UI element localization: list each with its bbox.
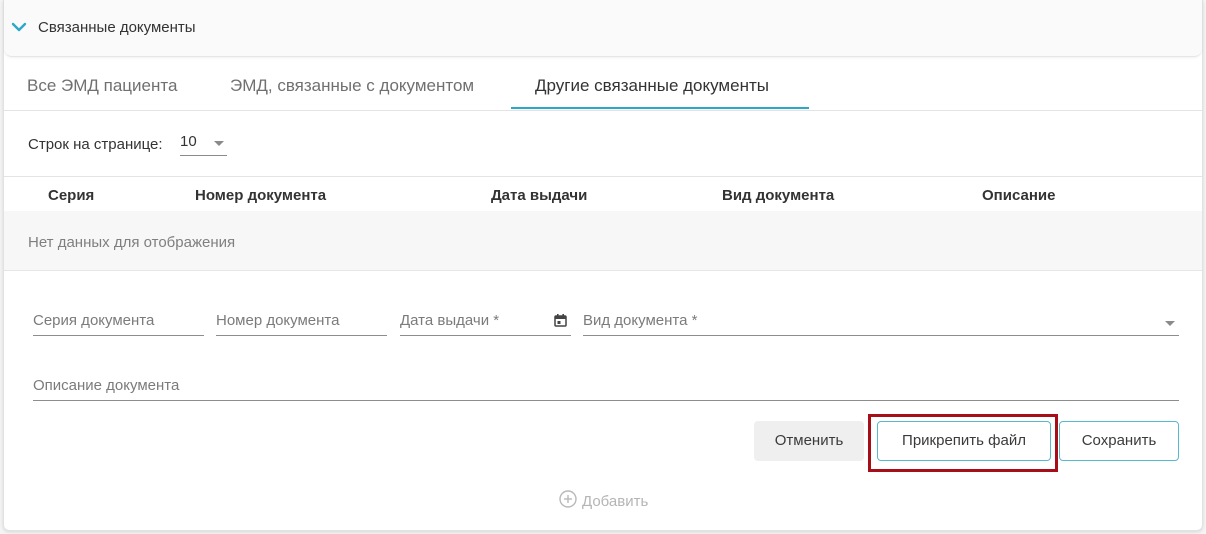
dropdown-arrow-icon	[1165, 321, 1175, 326]
document-series-field[interactable]: Серия документа	[33, 309, 204, 336]
tab-other-documents[interactable]: Другие связанные документы	[535, 76, 769, 96]
related-documents-panel: Связанные документы Все ЭМД пациента ЭМД…	[3, 0, 1203, 531]
column-header-issue-date[interactable]: Дата выдачи	[491, 187, 587, 204]
issue-date-label: Дата выдачи *	[400, 312, 500, 329]
rows-per-page-label: Строк на странице:	[28, 136, 163, 153]
tabs-bar: Все ЭМД пациента ЭМД, связанные с докуме…	[4, 57, 1202, 111]
chevron-down-icon[interactable]	[11, 20, 27, 34]
document-type-label: Вид документа *	[583, 312, 698, 329]
attach-file-button[interactable]: Прикрепить файл	[877, 421, 1051, 461]
plus-circle-icon	[559, 490, 577, 508]
document-type-select[interactable]: Вид документа *	[583, 309, 1179, 336]
document-description-label: Описание документа	[33, 377, 180, 394]
empty-table-message: Нет данных для отображения	[28, 234, 236, 251]
table-empty-row: Нет данных для отображения	[4, 211, 1202, 271]
active-tab-indicator	[511, 107, 809, 109]
dropdown-arrow-icon	[214, 141, 224, 146]
tab-linked-emd[interactable]: ЭМД, связанные с документом	[230, 76, 474, 96]
document-series-label: Серия документа	[33, 312, 155, 329]
section-title: Связанные документы	[38, 19, 196, 36]
issue-date-field[interactable]: Дата выдачи *	[400, 309, 571, 336]
calendar-icon[interactable]	[554, 314, 567, 327]
document-number-label: Номер документа	[216, 312, 340, 329]
rows-per-page-select[interactable]: 10	[180, 131, 227, 156]
rows-per-page-value: 10	[180, 133, 197, 150]
document-description-field[interactable]: Описание документа	[33, 374, 1179, 401]
tab-all-emd[interactable]: Все ЭМД пациента	[27, 76, 177, 96]
save-button[interactable]: Сохранить	[1059, 421, 1179, 461]
document-number-field[interactable]: Номер документа	[216, 309, 387, 336]
cancel-button[interactable]: Отменить	[754, 421, 864, 461]
add-button-label: Добавить	[582, 493, 649, 510]
table-header: Серия Номер документа Дата выдачи Вид до…	[4, 176, 1202, 212]
column-header-series[interactable]: Серия	[48, 187, 94, 204]
section-header[interactable]: Связанные документы	[4, 0, 1202, 57]
column-header-description[interactable]: Описание	[982, 187, 1055, 204]
column-header-number[interactable]: Номер документа	[195, 187, 326, 204]
column-header-document-type[interactable]: Вид документа	[722, 187, 834, 204]
